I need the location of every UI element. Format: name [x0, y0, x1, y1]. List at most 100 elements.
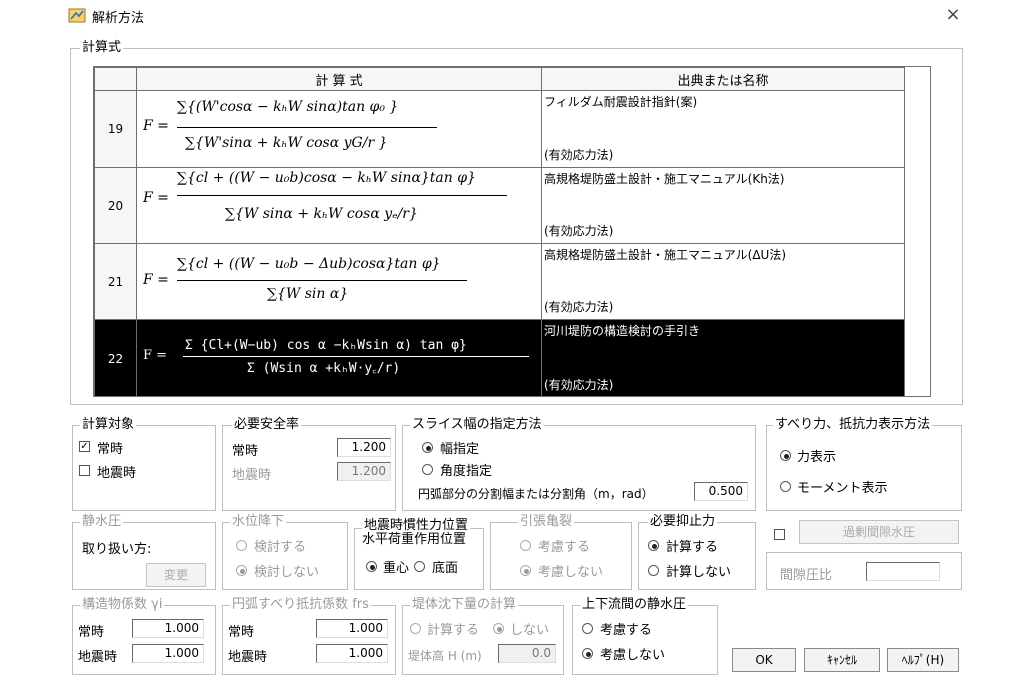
source-method: (有効応力法): [544, 224, 614, 238]
fraction-bar: [177, 280, 467, 281]
safety-quake-input[interactable]: 1.200: [337, 462, 391, 481]
cancel-button[interactable]: ｷｬﾝｾﾙ: [804, 648, 880, 672]
force-display-label: 力表示: [797, 450, 837, 465]
force-display-group-label: すべり力、抵抗力表示方法: [773, 417, 933, 432]
slice-division-label: 円弧部分の分割幅または分割角（m，rad）: [418, 487, 654, 501]
target-group: [72, 425, 216, 511]
excess-pore-checkbox[interactable]: [774, 529, 785, 540]
target-quake-checkbox[interactable]: [79, 465, 90, 476]
settle-calc-radio[interactable]: [410, 623, 421, 634]
safety-normal-label: 常時: [232, 444, 259, 459]
restraint-nocalc-label: 計算しない: [666, 565, 732, 580]
hydro-ignore-label: 考慮しない: [600, 648, 666, 663]
water-handling-label: 取り扱い方:: [82, 542, 152, 557]
restraint-nocalc-radio[interactable]: [648, 565, 659, 576]
settle-group: [402, 605, 564, 675]
level-check-radio[interactable]: [236, 540, 247, 551]
struct-coef-group-label: 構造物係数 γi: [80, 597, 165, 612]
inertia-sub-label: 水平荷重作用位置: [362, 532, 467, 547]
struct-normal-input[interactable]: 1.000: [132, 619, 204, 638]
pore-ratio-input[interactable]: [866, 562, 940, 581]
water-change-button[interactable]: 変更: [146, 563, 206, 587]
hydro-consider-radio[interactable]: [582, 623, 593, 634]
formula-group-label: 計算式: [80, 40, 124, 55]
safety-normal-input[interactable]: 1.200: [337, 438, 391, 457]
formula-grid: 計 算 式 出典または名称 19 F = ∑{(W'cosα − kₕW sin…: [94, 67, 905, 396]
table-row[interactable]: 21 F = ∑{cl + ((W − u₀b − Δub)cosα}tan φ…: [94, 243, 905, 320]
close-icon[interactable]: ×: [942, 4, 964, 26]
level-nocheck-label: 検討しない: [254, 565, 320, 580]
formula-denominator: ∑{W sinα + kₕW cosα yₑ/r}: [225, 206, 418, 222]
formula-lhs: F =: [143, 272, 169, 288]
moment-display-radio[interactable]: [780, 481, 791, 492]
arc-quake-label: 地震時: [228, 650, 268, 665]
crack-consider-radio[interactable]: [520, 540, 531, 551]
slice-angle-radio[interactable]: [422, 464, 433, 475]
row-number: 20: [94, 167, 137, 244]
arc-coef-group-label: 円弧すべり抵抗係数 frs: [230, 597, 371, 612]
target-normal-checkbox[interactable]: ✓: [79, 441, 90, 452]
table-row[interactable]: 20 F = ∑{cl + ((W − u₀b)cosα − kₕW sinα}…: [94, 167, 905, 244]
inertia-center-radio[interactable]: [366, 561, 377, 572]
inertia-center-label: 重心: [383, 561, 410, 576]
level-nocheck-radio[interactable]: [236, 565, 247, 576]
slice-group-label: スライス幅の指定方法: [410, 417, 544, 432]
settle-group-label: 堤体沈下量の計算: [410, 597, 519, 612]
row-number: 22: [94, 319, 137, 396]
pore-ratio-label: 間隙圧比: [780, 568, 833, 583]
header-corner: [94, 67, 137, 91]
slice-width-radio[interactable]: [422, 442, 433, 453]
formula-numerator: ∑{cl + ((W − u₀b − Δub)cosα}tan φ}: [177, 256, 441, 272]
level-check-label: 検討する: [254, 540, 307, 555]
header-source[interactable]: 出典または名称: [541, 67, 905, 91]
formula-table[interactable]: 計 算 式 出典または名称 19 F = ∑{(W'cosα − kₕW sin…: [93, 66, 931, 397]
hydro-group: [572, 605, 718, 675]
inertia-bottom-radio[interactable]: [414, 561, 425, 572]
target-quake-label: 地震時: [97, 466, 137, 481]
settle-height-input[interactable]: 0.0: [498, 644, 556, 663]
source-method: (有効応力法): [544, 378, 614, 392]
row-number: 21: [94, 243, 137, 320]
excess-pore-button[interactable]: 過剰間隙水圧: [799, 520, 959, 544]
struct-quake-input[interactable]: 1.000: [132, 644, 204, 663]
force-display-radio[interactable]: [780, 450, 791, 461]
formula-cell: F = Σ {Cl+(W−ub) cos α −kₕWsin α) tan φ}…: [136, 319, 542, 396]
arc-normal-label: 常時: [228, 625, 255, 640]
source-method: (有効応力法): [544, 148, 614, 162]
source-cell: 高規格堤防盛土設計・施工マニュアル(ΔU法) (有効応力法): [541, 243, 905, 320]
formula-numerator: ∑{cl + ((W − u₀b)cosα − kₕW sinα}tan φ}: [177, 170, 476, 186]
water-group-label: 静水圧: [80, 514, 124, 529]
formula-lhs: F =: [143, 348, 168, 363]
target-group-label: 計算対象: [80, 417, 137, 432]
source-name: 高規格堤防盛土設計・施工マニュアル(ΔU法): [544, 248, 786, 262]
moment-display-label: モーメント表示: [797, 481, 888, 496]
slice-division-input[interactable]: 0.500: [694, 482, 748, 501]
target-normal-label: 常時: [97, 442, 124, 457]
crack-ignore-label: 考慮しない: [538, 565, 604, 580]
restraint-calc-radio[interactable]: [648, 540, 659, 551]
arc-normal-input[interactable]: 1.000: [316, 619, 388, 638]
safety-group-label: 必要安全率: [232, 417, 302, 432]
table-header: 計 算 式 出典または名称: [94, 67, 905, 91]
table-row[interactable]: 19 F = ∑{(W'cosα − kₕW sinα)tan φ₀ } ∑{W…: [94, 90, 905, 168]
formula-numerator: ∑{(W'cosα − kₕW sinα)tan φ₀ }: [177, 99, 399, 115]
arc-quake-input[interactable]: 1.000: [316, 644, 388, 663]
formula-denominator: ∑{W'sinα + kₕW cosα yG/r }: [185, 135, 388, 151]
settle-height-label: 堤体高 H (m): [408, 649, 482, 663]
hydro-group-label: 上下流間の静水圧: [580, 597, 689, 612]
crack-group-label: 引張亀裂: [518, 514, 575, 529]
hydro-ignore-radio[interactable]: [582, 648, 593, 659]
source-cell: 高規格堤防盛土設計・施工マニュアル(Kh法) (有効応力法): [541, 167, 905, 244]
restraint-group-label: 必要抑止力: [648, 514, 718, 529]
ok-button[interactable]: OK: [732, 648, 796, 672]
restraint-calc-label: 計算する: [666, 540, 719, 555]
settle-nocalc-radio[interactable]: [493, 623, 504, 634]
crack-ignore-radio[interactable]: [520, 565, 531, 576]
crack-consider-label: 考慮する: [538, 540, 591, 555]
header-formula[interactable]: 計 算 式: [136, 67, 542, 91]
fraction-bar: [183, 356, 529, 357]
help-button[interactable]: ﾍﾙﾌﾟ(H): [887, 648, 959, 672]
window-title: 解析方法: [92, 11, 145, 26]
table-row-selected[interactable]: 22 F = Σ {Cl+(W−ub) cos α −kₕWsin α) tan…: [94, 319, 905, 396]
fraction-bar: [177, 127, 437, 128]
